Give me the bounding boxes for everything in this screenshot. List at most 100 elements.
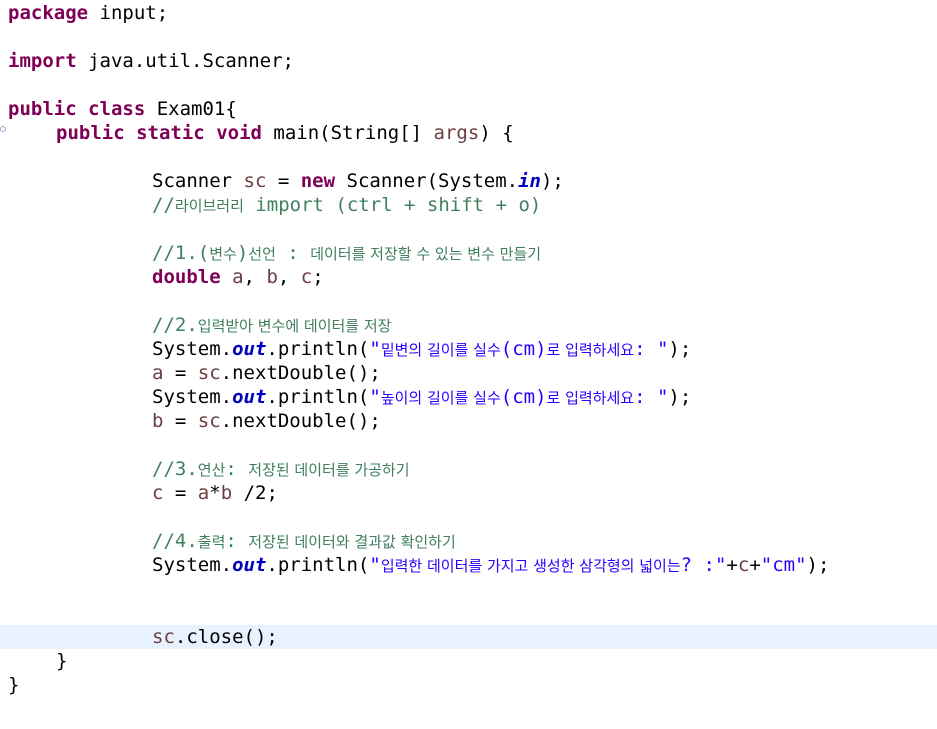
code-line[interactable] <box>0 25 937 49</box>
string-token: " <box>369 386 381 408</box>
keyword-token: static <box>136 122 205 144</box>
code-text: //2.입력받아 변수에 데이터를 저장 <box>152 313 391 338</box>
code-line[interactable]: b = sc.nextDouble(); <box>0 409 937 433</box>
code-line[interactable]: package input; <box>0 1 937 25</box>
code-text: double a, b, c; <box>152 265 324 289</box>
comment-token: // <box>152 194 175 216</box>
variable-token: a <box>232 266 244 288</box>
variable-token: c <box>152 482 164 504</box>
variable-token: c <box>737 554 750 576</box>
code-line[interactable]: System.out.println("입력한 데이터를 가지고 생성한 삼각형… <box>0 553 937 577</box>
string-token: " <box>369 338 381 360</box>
string-token: (cm) <box>500 338 547 360</box>
code-line[interactable]: } <box>0 649 937 673</box>
variable-token: b <box>266 266 278 288</box>
code-editor[interactable]: package input; import java.util.Scanner; p… <box>0 0 937 729</box>
code-line[interactable] <box>0 505 937 529</box>
variable-token: args <box>433 122 480 144</box>
variable-token: sc <box>243 170 267 192</box>
comment-token: 라이브러리 <box>174 197 244 215</box>
variable-token: sc <box>152 626 175 648</box>
code-token: .println( <box>266 338 370 360</box>
keyword-token: public <box>56 122 125 144</box>
comment-token: 저장된 데이터를 가공하기 <box>248 461 410 479</box>
code-line[interactable]: a = sc.nextDouble(); <box>0 361 937 385</box>
code-text: sc.close(); <box>152 625 278 649</box>
code-line[interactable]: public static void main(String[] args) { <box>0 121 937 145</box>
code-token: * <box>209 482 221 504</box>
variable-token: sc <box>197 362 221 384</box>
code-text: System.out.println("밑변의 길이를 실수(cm)로 입력하세… <box>152 337 691 362</box>
code-line[interactable]: import java.util.Scanner; <box>0 49 937 73</box>
code-line[interactable]: //4.출력: 저장된 데이터와 결과값 확인하기 <box>0 529 937 553</box>
code-line[interactable] <box>0 601 937 625</box>
code-line[interactable]: //3.연산: 저장된 데이터를 가공하기 <box>0 457 937 481</box>
keyword-token: void <box>216 122 262 144</box>
code-line[interactable] <box>0 289 937 313</box>
code-line[interactable] <box>0 145 937 169</box>
string-token: : " <box>634 338 669 360</box>
keyword-token: import <box>8 50 77 72</box>
code-line[interactable]: c = a*b /2; <box>0 481 937 505</box>
code-text: } <box>56 649 67 673</box>
code-line[interactable]: double a, b, c; <box>0 265 937 289</box>
field-token: out <box>232 338 267 360</box>
code-text: System.out.println("입력한 데이터를 가지고 생성한 삼각형… <box>152 553 829 578</box>
string-token: "cm" <box>760 554 807 576</box>
code-line[interactable]: System.out.println("높이의 길이를 실수(cm)로 입력하세… <box>0 385 937 409</box>
code-text: public static void main(String[] args) { <box>56 121 514 145</box>
string-token: 입력한 데이터를 가지고 생성한 삼각형의 넓이는 <box>380 557 681 575</box>
variable-token: a <box>197 482 210 504</box>
code-line[interactable]: Scanner sc = new Scanner(System.in); <box>0 169 937 193</box>
variable-token: sc <box>197 410 221 432</box>
code-line[interactable] <box>0 577 937 601</box>
code-text: Scanner sc = new Scanner(System.in); <box>152 169 564 193</box>
code-text: c = a*b /2; <box>152 481 278 505</box>
code-token: .nextDouble(); <box>220 362 381 384</box>
string-token: : " <box>634 386 669 408</box>
comment-token: //4. <box>152 530 198 552</box>
code-text: //1.(변수)선언 : 데이터를 저장할 수 있는 변수 만들기 <box>152 241 541 266</box>
code-line[interactable] <box>0 217 937 241</box>
code-line[interactable]: public class Exam01{ <box>0 97 937 121</box>
code-token: ); <box>540 170 564 192</box>
code-token: /2; <box>232 482 278 504</box>
keyword-token: new <box>300 170 336 192</box>
code-line[interactable]: //1.(변수)선언 : 데이터를 저장할 수 있는 변수 만들기 <box>0 241 937 265</box>
code-token: = <box>163 362 198 384</box>
field-token: in <box>518 170 541 192</box>
code-line[interactable]: } <box>0 673 937 697</box>
string-token: 로 입력하세요 <box>546 341 635 359</box>
code-token: System. <box>152 386 233 408</box>
field-token: out <box>232 554 267 576</box>
variable-token: b <box>152 410 164 432</box>
code-token: , <box>243 266 267 288</box>
comment-token: //3. <box>152 458 198 480</box>
code-token: ; <box>312 266 324 288</box>
code-line[interactable]: //라이브러리 import (ctrl + shift + o) <box>0 193 937 217</box>
code-token: = <box>266 170 301 192</box>
code-line[interactable] <box>0 73 937 97</box>
code-line[interactable] <box>0 433 937 457</box>
variable-token: a <box>152 362 164 384</box>
comment-token: //2. <box>152 314 198 336</box>
code-token: java.util.Scanner; <box>76 50 294 72</box>
code-token: ); <box>668 338 692 360</box>
code-text: package input; <box>8 1 168 25</box>
variable-token: b <box>220 482 233 504</box>
code-token: } <box>8 674 20 696</box>
comment-token: 데이터를 저장할 수 있는 변수 만들기 <box>310 245 542 263</box>
code-token: + <box>749 554 761 576</box>
current-code-line[interactable]: sc.close(); <box>0 625 937 649</box>
comment-token: ) <box>236 242 249 264</box>
code-text: import java.util.Scanner; <box>8 49 294 73</box>
code-line[interactable]: //2.입력받아 변수에 데이터를 저장 <box>0 313 937 337</box>
keyword-token: package <box>8 2 89 24</box>
code-line[interactable]: System.out.println("밑변의 길이를 실수(cm)로 입력하세… <box>0 337 937 361</box>
code-text: //4.출력: 저장된 데이터와 결과값 확인하기 <box>152 529 456 554</box>
code-token: System. <box>152 338 233 360</box>
code-token: ) { <box>479 122 514 144</box>
string-token: (cm) <box>500 386 547 408</box>
